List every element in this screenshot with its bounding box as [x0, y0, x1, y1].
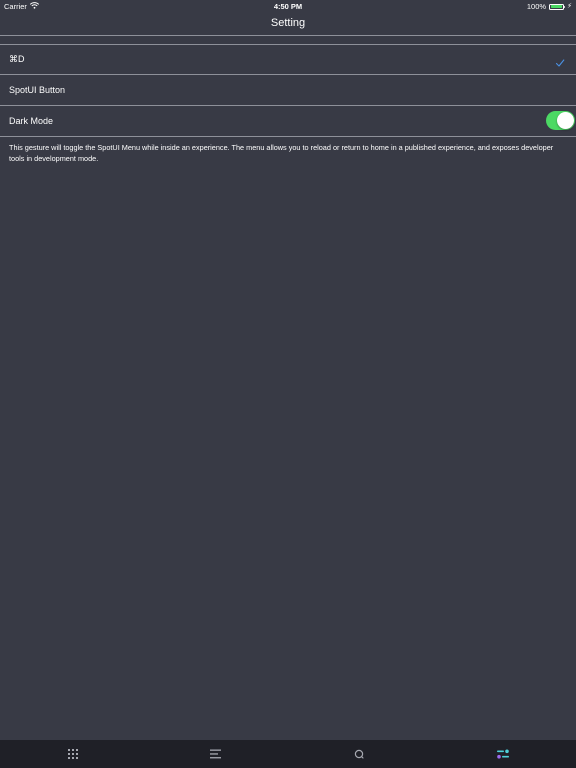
grid-icon[interactable]	[66, 748, 80, 760]
battery-percent: 100%	[526, 2, 547, 11]
setting-label: Dark Mode	[9, 116, 54, 126]
status-bar: Carrier 4:50 PM 100% ⚡	[0, 0, 576, 12]
checkmark-icon	[555, 55, 565, 67]
setting-row-spotui-button[interactable]: SpotUI Button	[0, 75, 576, 106]
charging-bolt-icon: ⚡	[567, 3, 572, 10]
gesture-description: This gesture will toggle the SpotUI Menu…	[9, 143, 554, 163]
status-time: 4:50 PM	[273, 2, 303, 11]
settings-list: ⌘D SpotUI Button Dark Mode	[0, 44, 576, 137]
settings-sliders-icon[interactable]	[496, 748, 510, 760]
status-right: 100% ⚡	[527, 2, 572, 11]
setting-row-cmd-d[interactable]: ⌘D	[0, 44, 576, 75]
setting-row-dark-mode: Dark Mode	[0, 106, 576, 137]
battery-fill	[550, 5, 563, 8]
tab-bar	[0, 740, 576, 768]
toggle-knob	[557, 112, 574, 129]
setting-label: ⌘D	[9, 54, 25, 64]
page-title: Setting	[270, 17, 306, 29]
search-icon[interactable]	[352, 748, 366, 760]
setting-label: SpotUI Button	[9, 85, 66, 95]
list-icon[interactable]	[209, 748, 223, 760]
settings-screen: Carrier 4:50 PM 100% ⚡ Setting ⌘D SpotUI…	[0, 0, 576, 768]
battery-icon	[549, 3, 566, 10]
navigation-bar: Setting	[0, 12, 576, 36]
dark-mode-toggle[interactable]	[546, 111, 575, 130]
